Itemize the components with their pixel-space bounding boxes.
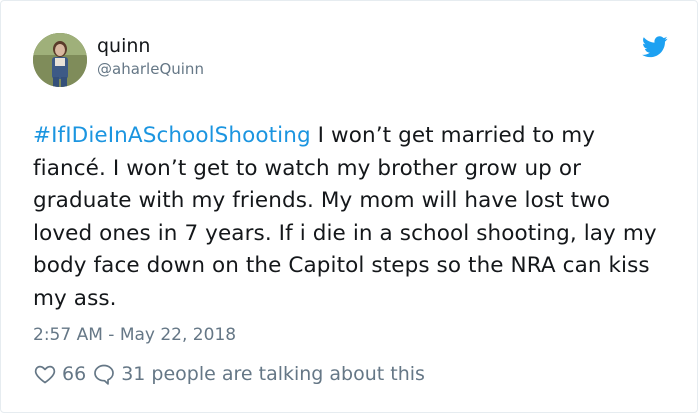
tweet-text: #IfIDieInASchoolShooting I won’t get mar… [33, 120, 673, 315]
talking-count[interactable]: 31 people are talking about this [121, 363, 425, 385]
author-handle[interactable]: @aharleQuinn [97, 59, 204, 79]
author-name[interactable]: quinn [97, 34, 150, 58]
speech-bubble-icon[interactable] [92, 362, 116, 386]
hashtag-link[interactable]: #IfIDieInASchoolShooting [33, 123, 311, 148]
tweet-body: I won’t get married to my fiancé. I won’… [33, 123, 657, 311]
tweet-actions: 66 31 people are talking about this [33, 360, 425, 388]
heart-icon[interactable] [33, 362, 57, 386]
talking-link[interactable]: 31 people are talking about this [92, 362, 425, 386]
like-count: 66 [62, 363, 87, 385]
timestamp[interactable]: 2:57 AM - May 22, 2018 [33, 324, 236, 346]
twitter-bird-icon[interactable] [642, 36, 668, 58]
like-button[interactable]: 66 [33, 362, 92, 386]
avatar[interactable] [33, 33, 87, 87]
tweet-card: quinn @aharleQuinn #IfIDieInASchoolShoot… [0, 0, 698, 413]
